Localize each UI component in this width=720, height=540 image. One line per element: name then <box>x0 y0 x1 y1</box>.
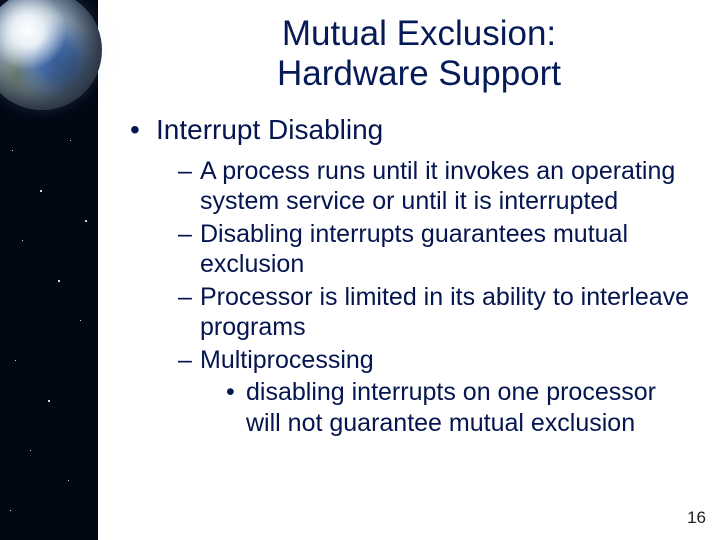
star-dot <box>68 480 69 481</box>
star-dot <box>30 450 31 451</box>
star-dot <box>40 190 42 192</box>
page-number: 16 <box>687 508 706 528</box>
bullet-text: Multiprocessing <box>200 346 374 374</box>
list-item: Disabling interrupts guarantees mutual e… <box>178 219 696 280</box>
star-dot <box>15 360 16 361</box>
bullet-list-level-2: A process runs until it invokes an opera… <box>156 156 696 439</box>
bullet-list-level-1: Interrupt Disabling A process runs until… <box>112 113 696 439</box>
star-dot <box>58 280 60 282</box>
title-line-2: Hardware Support <box>277 54 561 93</box>
bullet-text: Disabling interrupts guarantees mutual e… <box>200 220 628 279</box>
star-dot <box>22 240 23 241</box>
bullet-text: Interrupt Disabling <box>156 114 383 145</box>
bullet-text: A process runs until it invokes an opera… <box>200 157 675 216</box>
list-item: disabling interrupts on one processor wi… <box>226 377 696 438</box>
star-dot <box>10 510 11 511</box>
star-dot <box>70 140 71 141</box>
bullet-list-level-3: disabling interrupts on one processor wi… <box>200 377 696 438</box>
list-item: Processor is limited in its ability to i… <box>178 282 696 343</box>
star-dot <box>48 400 50 402</box>
star-dot <box>12 150 13 151</box>
slide-content: Mutual Exclusion: Hardware Support Inter… <box>98 0 720 540</box>
title-line-1: Mutual Exclusion: <box>282 14 556 53</box>
star-dot <box>85 220 87 222</box>
bullet-text: disabling interrupts on one processor wi… <box>246 378 656 437</box>
list-item: A process runs until it invokes an opera… <box>178 156 696 217</box>
list-item: Multiprocessing disabling interrupts on … <box>178 345 696 439</box>
star-dot <box>80 320 81 321</box>
list-item: Interrupt Disabling A process runs until… <box>130 113 696 439</box>
sidebar-space-background <box>0 0 98 540</box>
bullet-text: Processor is limited in its ability to i… <box>200 283 689 342</box>
earth-image <box>0 0 102 110</box>
slide-title: Mutual Exclusion: Hardware Support <box>112 14 696 95</box>
